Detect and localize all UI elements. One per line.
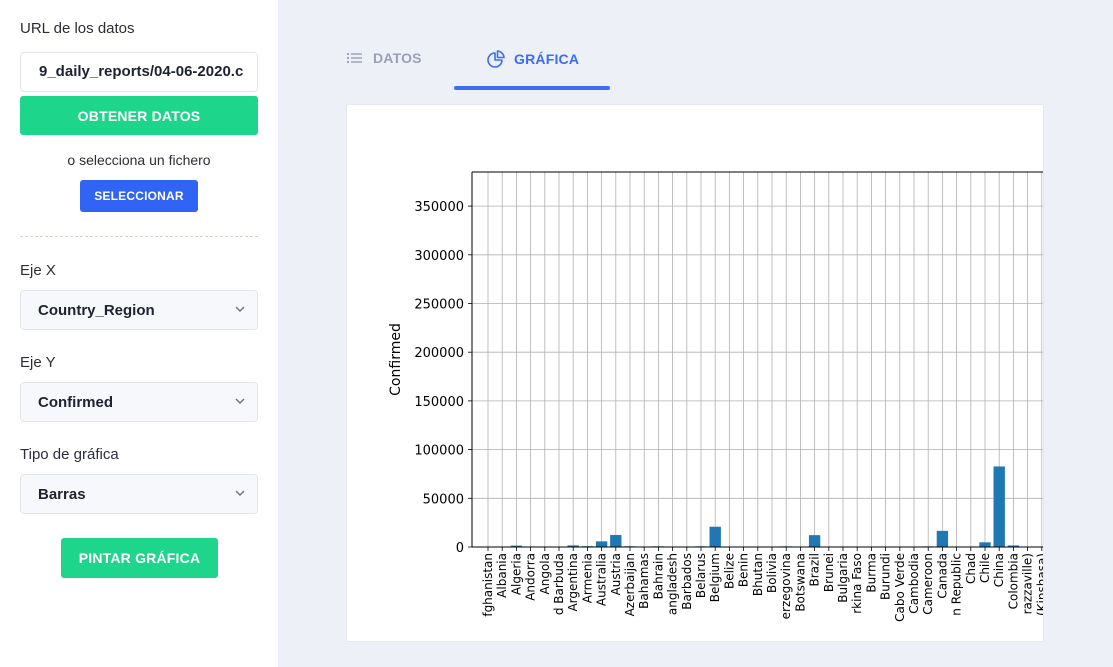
y-axis-label: Eje Y xyxy=(20,354,56,371)
paint-chart-button[interactable]: PINTAR GRÁFICA xyxy=(61,538,218,578)
y-tick-label: 100000 xyxy=(414,444,464,459)
y-axis-value: Confirmed xyxy=(38,393,113,411)
y-axis-select[interactable]: Confirmed xyxy=(20,382,258,422)
x-tick-label: Bhutan xyxy=(751,553,765,596)
x-tick-label: Armenia xyxy=(580,553,594,603)
x-tick-label: Andorra xyxy=(524,553,538,601)
chevron-down-icon xyxy=(235,306,245,312)
x-tick-label: Albania xyxy=(495,553,509,598)
x-tick-label: Australia xyxy=(595,553,609,606)
or-select-file-text: o selecciona un fichero xyxy=(67,152,211,168)
x-tick-label: Barbados xyxy=(680,553,694,610)
x-tick-label: erzegovina xyxy=(779,553,793,619)
x-tick-label: Burma xyxy=(864,553,878,593)
tab-grafica-label: GRÁFICA xyxy=(514,51,580,67)
x-tick-label: Angola xyxy=(538,553,552,594)
tab-grafica[interactable]: GRÁFICA xyxy=(487,50,579,68)
x-tick-label: fghanistan xyxy=(481,553,495,617)
y-tick-label: 0 xyxy=(456,541,464,556)
active-tab-indicator xyxy=(454,86,610,90)
x-tick-label: Burundi xyxy=(879,553,893,600)
x-tick-label: rkina Faso xyxy=(850,553,864,614)
x-tick-label: Bahrain xyxy=(651,553,665,599)
bar-chart: 0 50000 100000 150000 200000 250000 300000 3500… xyxy=(388,171,1044,622)
x-tick-label: Bahamas xyxy=(637,553,651,609)
x-tick-label: Canada xyxy=(935,553,949,599)
select-file-button[interactable]: SELECCIONAR xyxy=(80,180,198,212)
x-tick-label: Austria xyxy=(609,553,623,595)
x-tick-label: Chad xyxy=(964,553,978,584)
x-tick-label: Brunei xyxy=(822,553,836,592)
chart-type-value: Barras xyxy=(38,485,86,503)
x-tick-label: Bolivia xyxy=(765,553,779,593)
x-tick-label: Belgium xyxy=(708,553,722,602)
x-tick-label: Belarus xyxy=(694,553,708,598)
chevron-down-icon xyxy=(235,490,245,496)
x-tick-label: Brazil xyxy=(808,553,822,587)
x-axis-select[interactable]: Country_Region xyxy=(20,290,258,330)
y-tick-label: 50000 xyxy=(423,492,464,507)
x-tick-label: Cabo Verde xyxy=(893,553,907,622)
x-tick-label: n Republic xyxy=(950,553,964,616)
x-tick-label: razzaville) xyxy=(1021,553,1035,614)
x-tick-label: angladesh xyxy=(666,553,680,615)
bar xyxy=(595,541,608,547)
bar xyxy=(610,535,622,547)
x-tick-label: Bulgaria xyxy=(836,553,850,603)
bar xyxy=(808,535,821,547)
tab-datos[interactable]: DATOS xyxy=(347,50,422,66)
url-input[interactable]: 9_daily_reports/04-06-2020.c xyxy=(20,52,258,92)
pie-chart-icon xyxy=(487,50,505,68)
x-tick-label: Algeria xyxy=(509,553,523,595)
x-tick-label: Argentina xyxy=(566,553,580,612)
y-axis-title: Confirmed xyxy=(388,323,404,396)
sidebar: URL de los datos 9_daily_reports/04-06-2… xyxy=(0,0,278,667)
x-tick-label: Benin xyxy=(737,553,751,587)
x-tick-label: Cameroon xyxy=(921,553,935,615)
x-tick-label: Colombia xyxy=(1006,553,1020,609)
x-tick-label: (Kinshasa) xyxy=(1035,553,1044,616)
x-tick-label: Azerbaijan xyxy=(623,553,637,616)
x-tick-label: Cambodia xyxy=(907,553,921,614)
chart-card: 0 50000 100000 150000 200000 250000 300000 3500… xyxy=(346,104,1044,642)
chart-type-label: Tipo de gráfica xyxy=(20,446,119,463)
x-tick-label: Botswana xyxy=(793,553,807,612)
y-tick-label: 300000 xyxy=(414,249,464,264)
fetch-data-button[interactable]: OBTENER DATOS xyxy=(20,96,258,135)
y-tick-label: 200000 xyxy=(414,346,464,361)
x-axis-value: Country_Region xyxy=(38,301,155,319)
x-tick-label: Belize xyxy=(722,553,736,589)
y-tick-label: 350000 xyxy=(414,200,464,215)
chevron-down-icon xyxy=(235,398,245,404)
bar xyxy=(709,526,721,547)
divider xyxy=(20,236,258,237)
y-tick-label: 250000 xyxy=(414,297,464,312)
chart-type-select[interactable]: Barras xyxy=(20,474,258,514)
x-tick-label: d Barbuda xyxy=(552,553,566,615)
url-label: URL de los datos xyxy=(20,20,135,37)
x-axis-label: Eje X xyxy=(20,262,56,279)
list-icon xyxy=(347,53,362,63)
tab-datos-label: DATOS xyxy=(373,50,422,66)
bar xyxy=(979,542,991,547)
y-tick-label: 150000 xyxy=(414,395,464,410)
x-tick-label: China xyxy=(992,553,1006,587)
bar xyxy=(993,466,1005,547)
x-tick-label: Chile xyxy=(978,553,992,583)
bar xyxy=(936,530,949,547)
